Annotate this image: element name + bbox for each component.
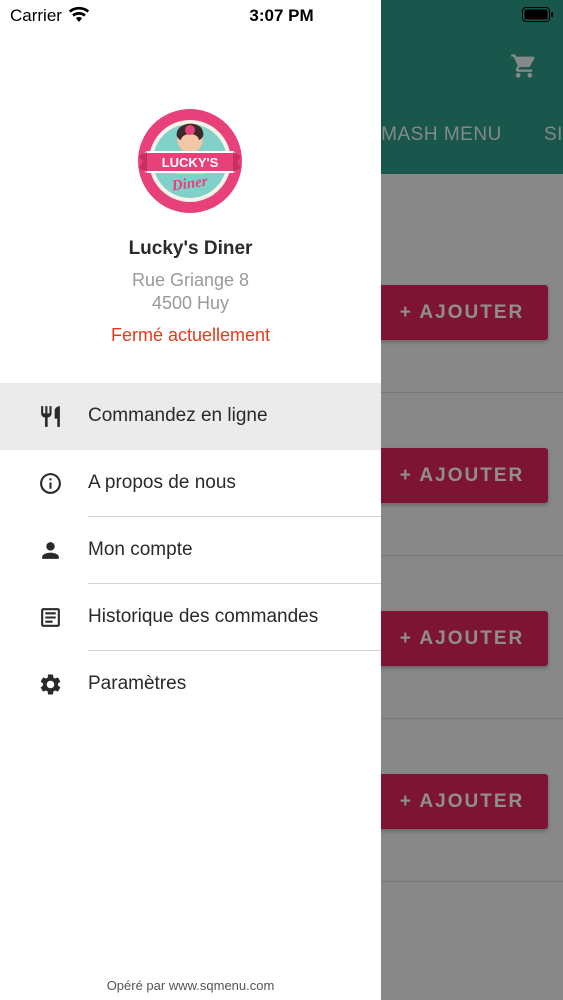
nav-item-label: A propos de nous xyxy=(88,472,236,493)
opening-status: Fermé actuellement xyxy=(110,325,271,345)
gear-icon xyxy=(40,674,61,695)
navigation-drawer: LUCKY'S Diner Lucky's Diner Rue Griange … xyxy=(0,0,381,1000)
nav-item-order-online[interactable]: Commandez en ligne xyxy=(0,383,381,450)
info-icon xyxy=(40,473,61,494)
nav-item-label: Mon compte xyxy=(88,539,193,560)
receipt-icon xyxy=(41,608,60,627)
restaurant-name: Lucky's Diner xyxy=(128,238,253,259)
svg-text:LUCKY'S: LUCKY'S xyxy=(162,155,219,170)
nav-item-about-us[interactable]: A propos de nous xyxy=(0,450,381,517)
nav-item-label: Historique des commandes xyxy=(88,606,319,627)
powered-by-footer[interactable]: Opéré par www.sqmenu.com xyxy=(0,978,381,993)
nav-item-label: Commandez en ligne xyxy=(88,405,268,426)
nav-item-order-history[interactable]: Historique des commandes xyxy=(0,584,381,651)
address-line-1: Rue Griange 8 xyxy=(131,270,250,290)
person-icon xyxy=(42,542,59,559)
restaurant-icon xyxy=(41,406,60,427)
status-bar: Carrier 3:07 PM xyxy=(0,0,563,30)
nav-item-label: Paramètres xyxy=(88,673,187,694)
restaurant-logo: LUCKY'S Diner xyxy=(138,109,242,213)
address-line-2: 4500 Huy xyxy=(151,293,230,313)
battery-icon xyxy=(522,7,553,22)
nav-item-settings[interactable]: Paramètres xyxy=(0,651,381,718)
nav-item-my-account[interactable]: Mon compte xyxy=(0,517,381,584)
status-time: 3:07 PM xyxy=(249,6,314,25)
